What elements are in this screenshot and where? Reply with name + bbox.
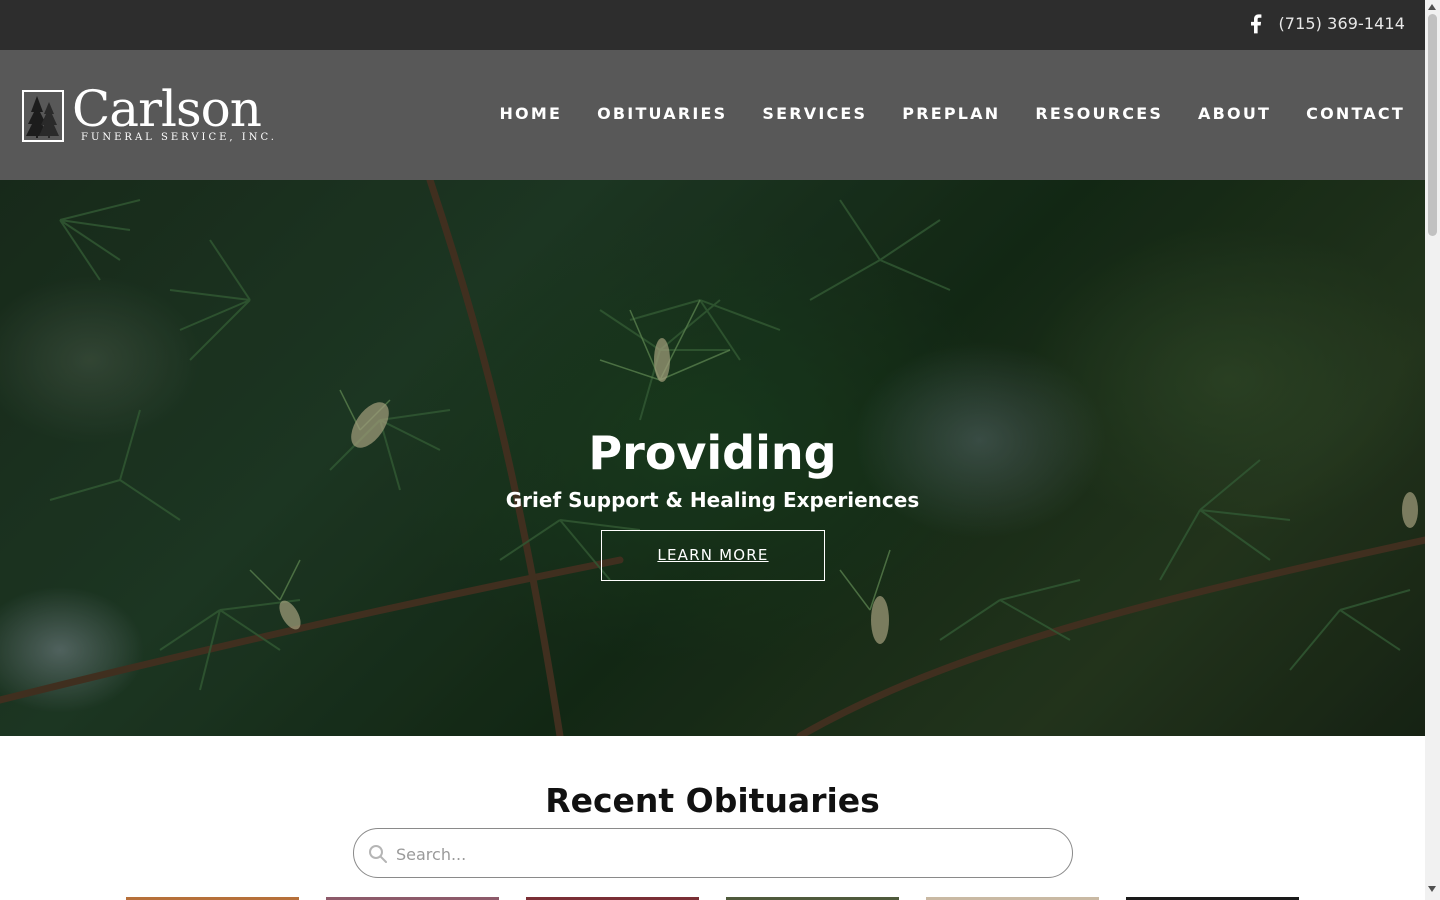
hero-subtitle: Grief Support & Healing Experiences [505,488,920,512]
page: (715) 369-1414 Carlson FUNERAL SERVICE, … [0,0,1425,900]
logo-subtitle: FUNERAL SERVICE, INC. [81,132,277,143]
nav-contact[interactable]: CONTACT [1306,104,1405,124]
nav-obituaries[interactable]: OBITUARIES [597,104,727,124]
nav-resources[interactable]: RESOURCES [1035,104,1163,124]
main-navigation: HOME OBITUARIES SERVICES PREPLAN RESOURC… [499,104,1405,124]
scrollbar-thumb[interactable] [1428,14,1437,236]
scroll-down-arrow-icon[interactable] [1428,886,1436,892]
search-icon [369,845,387,863]
hero-title: Providing [588,426,837,480]
learn-more-button[interactable]: LEARN MORE [601,530,825,581]
logo-name: Carlson [72,80,262,138]
nav-services[interactable]: SERVICES [762,104,867,124]
obituary-search-input[interactable] [396,839,1056,869]
phone-number[interactable]: (715) 369-1414 [1278,14,1405,33]
page-scrollbar[interactable] [1425,0,1440,900]
top-utility-bar: (715) 369-1414 [0,0,1425,50]
site-logo[interactable]: Carlson FUNERAL SERVICE, INC. [20,80,274,147]
scroll-up-arrow-icon[interactable] [1428,4,1436,10]
nav-home[interactable]: HOME [499,104,562,124]
hero-banner: Providing Grief Support & Healing Experi… [0,180,1425,736]
site-header: Carlson FUNERAL SERVICE, INC. HOME OBITU… [0,50,1425,180]
nav-preplan[interactable]: PREPLAN [902,104,1000,124]
obituary-search-bar [353,828,1073,878]
recent-obituaries-heading: Recent Obituaries [545,781,880,820]
pine-trees-icon [22,90,64,142]
facebook-icon[interactable] [1248,14,1266,36]
nav-about[interactable]: ABOUT [1198,104,1271,124]
